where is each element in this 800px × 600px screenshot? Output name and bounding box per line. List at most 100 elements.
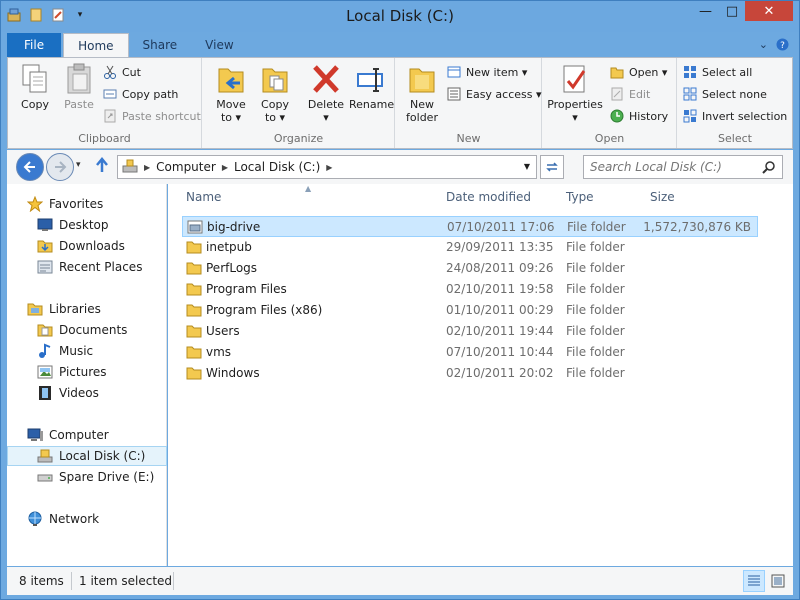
new-item-button[interactable]: New item ▾: [446, 62, 527, 82]
libraries-icon: [27, 301, 43, 317]
easy-access-button[interactable]: Easy access ▾: [446, 84, 542, 104]
close-button[interactable]: ✕: [745, 1, 793, 21]
file-type: File folder: [566, 324, 625, 338]
back-arrow-icon: [23, 161, 35, 173]
new-group-label: New: [456, 132, 481, 145]
refresh-button[interactable]: [540, 155, 564, 179]
nav-local-disk[interactable]: Local Disk (C:): [7, 446, 167, 466]
cut-button[interactable]: Cut: [102, 62, 141, 82]
breadcrumb-separator-icon[interactable]: ▶: [324, 163, 334, 172]
item-count: 8 items: [19, 574, 64, 588]
copy-button[interactable]: Copy: [14, 62, 56, 111]
file-row-program-files-x86[interactable]: Program Files (x86) 01/10/2011 00:29 Fil…: [182, 300, 758, 321]
move-to-button[interactable]: Move to ▾: [211, 62, 251, 124]
tab-file[interactable]: File: [7, 33, 62, 57]
tab-share[interactable]: Share: [129, 33, 192, 57]
copy-path-label: Copy path: [122, 87, 179, 101]
column-header-size[interactable]: Size: [650, 190, 675, 204]
nav-downloads[interactable]: Downloads: [7, 236, 167, 256]
column-header-name[interactable]: Name: [186, 190, 221, 204]
back-button[interactable]: [16, 153, 44, 181]
easy-access-label: Easy access ▾: [466, 87, 542, 101]
delete-button[interactable]: Delete ▾: [305, 62, 347, 124]
folder-icon: [186, 344, 202, 363]
recent-locations-dropdown-icon[interactable]: ▾: [76, 160, 81, 170]
copy-to-button[interactable]: Copy to ▾: [255, 62, 295, 124]
history-button[interactable]: History: [609, 106, 668, 126]
column-header-type[interactable]: Type: [566, 190, 594, 204]
nav-favorites[interactable]: Favorites: [7, 194, 167, 214]
explorer-window: ▾ Local Disk (C:) — □ ✕ File Home Share …: [0, 0, 800, 600]
details-view-button[interactable]: [743, 570, 765, 592]
rename-label: Rename: [349, 98, 395, 111]
minimize-button[interactable]: —: [692, 1, 719, 21]
breadcrumb-computer[interactable]: Computer: [152, 160, 220, 174]
nav-network[interactable]: Network: [7, 509, 167, 529]
paste-shortcut-button[interactable]: Paste shortcut: [102, 106, 201, 126]
file-name: Users: [206, 324, 240, 338]
search-icon[interactable]: [762, 160, 776, 177]
nav-computer[interactable]: Computer: [7, 425, 167, 445]
large-icons-view-button[interactable]: [767, 570, 789, 592]
local-disk-icon: [37, 448, 53, 464]
up-arrow-icon[interactable]: [95, 157, 109, 177]
file-name: Program Files (x86): [206, 303, 323, 317]
large-icons-view-icon: [771, 574, 785, 588]
recent-places-icon: [37, 259, 53, 275]
copy-path-button[interactable]: Copy path: [102, 84, 178, 104]
open-button[interactable]: Open ▾: [609, 62, 667, 82]
nav-favorites-label: Favorites: [49, 197, 104, 211]
address-bar[interactable]: ▶ Computer ▶ Local Disk (C:) ▶ ▼: [117, 155, 537, 179]
maximize-button[interactable]: □: [719, 1, 745, 21]
address-drive-icon: [118, 158, 142, 177]
invert-selection-button[interactable]: Invert selection: [682, 106, 787, 126]
file-row-windows[interactable]: Windows 02/10/2011 20:02 File folder: [182, 363, 758, 384]
file-row-vms[interactable]: vms 07/10/2011 10:44 File folder: [182, 342, 758, 363]
breadcrumb-separator-icon[interactable]: ▶: [220, 163, 230, 172]
select-none-icon: [682, 86, 698, 102]
file-date: 29/09/2011 13:35: [446, 240, 554, 254]
properties-button[interactable]: Properties ▾: [547, 62, 603, 124]
breadcrumb-separator-icon[interactable]: ▶: [142, 163, 152, 172]
column-header-date-modified[interactable]: Date modified: [446, 190, 531, 204]
file-row-program-files[interactable]: Program Files 02/10/2011 19:58 File fold…: [182, 279, 758, 300]
rename-button[interactable]: Rename: [349, 62, 395, 111]
nav-pictures[interactable]: Pictures: [7, 362, 167, 382]
edit-button[interactable]: Edit: [609, 84, 650, 104]
select-all-button[interactable]: Select all: [682, 62, 752, 82]
address-dropdown-icon[interactable]: ▼: [524, 162, 530, 171]
nav-desktop[interactable]: Desktop: [7, 215, 167, 235]
file-date: 02/10/2011 19:58: [446, 282, 554, 296]
nav-documents[interactable]: Documents: [7, 320, 167, 340]
new-folder-button[interactable]: New folder: [402, 62, 442, 124]
breadcrumb-local-disk[interactable]: Local Disk (C:): [230, 160, 324, 174]
select-none-button[interactable]: Select none: [682, 84, 767, 104]
tab-view[interactable]: View: [191, 33, 247, 57]
nav-videos-label: Videos: [59, 386, 99, 400]
nav-spare-drive[interactable]: Spare Drive (E:): [7, 467, 167, 487]
nav-videos[interactable]: Videos: [7, 383, 167, 403]
file-row-inetpub[interactable]: inetpub 29/09/2011 13:35 File folder: [182, 237, 758, 258]
help-icon[interactable]: ?: [776, 38, 789, 54]
search-box[interactable]: [583, 155, 783, 179]
nav-music[interactable]: Music: [7, 341, 167, 361]
nav-recent-places[interactable]: Recent Places: [7, 257, 167, 277]
file-row-users[interactable]: Users 02/10/2011 19:44 File folder: [182, 321, 758, 342]
forward-arrow-icon: [55, 161, 67, 173]
paste-button[interactable]: Paste: [58, 62, 100, 111]
window-title: Local Disk (C:): [346, 7, 454, 25]
file-row-big-drive[interactable]: big-drive 07/10/2011 17:06 File folder 1…: [182, 216, 758, 237]
expand-ribbon-icon[interactable]: ⌄: [759, 38, 768, 54]
file-list: ▲ Name Date modified Type Size big-drive…: [168, 184, 793, 566]
nav-network-label: Network: [49, 512, 100, 526]
nav-libraries[interactable]: Libraries: [7, 299, 167, 319]
tab-home[interactable]: Home: [63, 33, 129, 58]
new-group: New folder New item ▾ Easy access ▾ New: [396, 58, 542, 148]
forward-button[interactable]: [46, 153, 74, 181]
downloads-folder-icon: [37, 238, 53, 254]
details-view-icon: [748, 575, 760, 586]
file-row-perflogs[interactable]: PerfLogs 24/08/2011 09:26 File folder: [182, 258, 758, 279]
nav-documents-label: Documents: [59, 323, 128, 337]
file-type: File folder: [566, 261, 625, 275]
search-input[interactable]: [584, 160, 754, 174]
